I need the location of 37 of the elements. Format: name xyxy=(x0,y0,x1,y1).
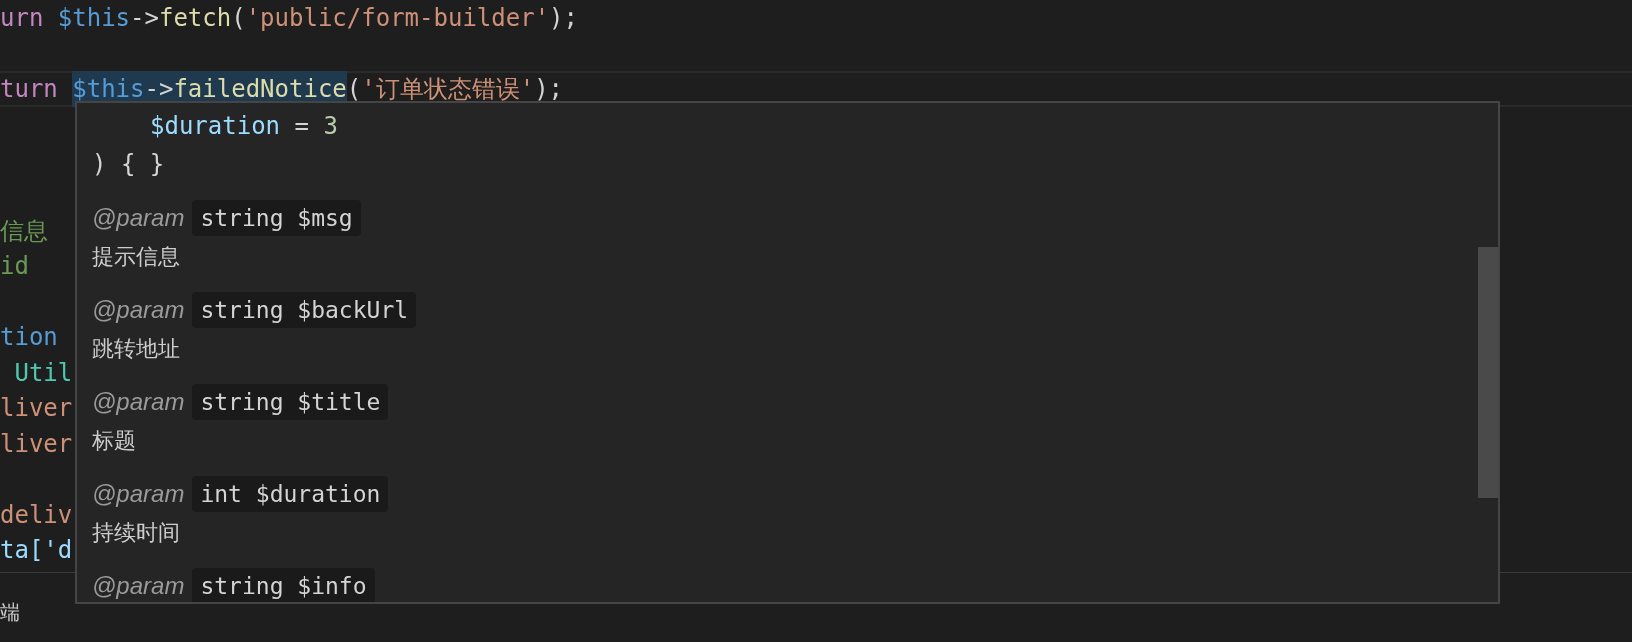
code-token: 'public/form-builder' xyxy=(245,2,550,34)
code-token: Util xyxy=(13,357,73,389)
code-token: liver xyxy=(0,428,73,460)
panel-tab-label[interactable]: 端 xyxy=(0,601,20,623)
param-description: 标题 xyxy=(92,426,137,455)
signature-line: $duration = 3 xyxy=(149,111,339,142)
code-token: tion xyxy=(0,322,58,354)
code-token: -> xyxy=(130,2,159,34)
param-tag: @param xyxy=(92,200,185,236)
param-type: int $duration xyxy=(192,475,389,513)
code-token: 信息 xyxy=(0,215,48,247)
param-type: string $msg xyxy=(192,199,361,237)
code-token: ta['d xyxy=(0,535,73,567)
code-token: ( xyxy=(346,73,362,105)
code-token: ( xyxy=(231,2,246,34)
scrollbar-thumb[interactable] xyxy=(1478,247,1498,498)
param-type: string $backUrl xyxy=(192,291,417,329)
code-token: turn xyxy=(0,73,59,105)
param-description: 持续时间 xyxy=(92,518,181,547)
param-description: 提示信息 xyxy=(92,242,181,271)
code-token: ); xyxy=(549,2,578,34)
code-token: id xyxy=(0,251,29,283)
param-tag: @param xyxy=(92,292,185,328)
param-type: string $info xyxy=(192,567,375,602)
code-token: '订单状态错误' xyxy=(361,73,535,105)
code-token: deliv xyxy=(0,499,73,531)
code-token: ); xyxy=(534,73,564,105)
code-token: $this xyxy=(57,2,131,34)
param-description: 跳转地址 xyxy=(92,334,181,363)
param-tag: @param xyxy=(92,476,185,512)
param-tag: @param xyxy=(92,568,185,602)
code-token: fetch xyxy=(158,2,232,34)
param-tag: @param xyxy=(92,384,185,420)
code-token: liver xyxy=(0,393,73,425)
signature-line: ) { } xyxy=(92,149,166,180)
param-type: string $title xyxy=(192,383,389,421)
code-token: urn xyxy=(0,2,45,34)
